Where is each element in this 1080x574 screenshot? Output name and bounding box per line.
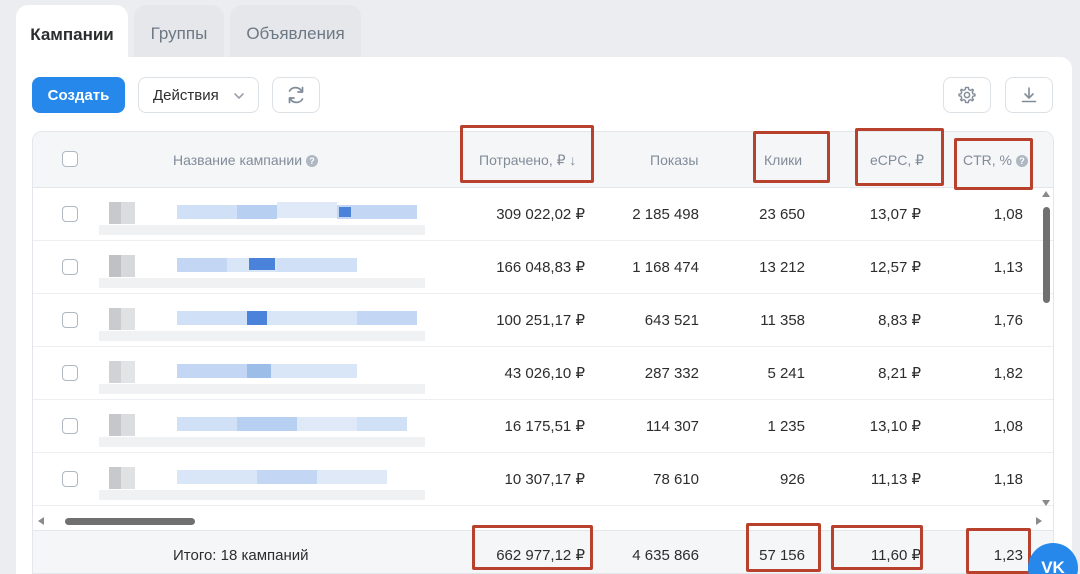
column-name-label: Название кампании: [173, 152, 303, 168]
download-button[interactable]: [1005, 77, 1053, 113]
column-name-header[interactable]: Название кампании?: [173, 132, 319, 188]
impressions-cell: 2 185 498: [632, 206, 699, 223]
table-header: Название кампании? Потрачено, ₽ ↓ Показы…: [33, 132, 1053, 188]
vk-logo-icon: VK: [1041, 558, 1065, 574]
column-clicks-header[interactable]: Клики: [764, 132, 802, 188]
ctr-cell: 1,82: [993, 365, 1023, 382]
total-impressions: 4 635 866: [632, 547, 699, 564]
refresh-button[interactable]: [272, 77, 320, 113]
horizontal-scrollbar[interactable]: [38, 516, 1043, 526]
column-ctr-label: CTR, %: [963, 152, 1012, 168]
impressions-cell: 114 307: [645, 418, 699, 435]
row-checkbox[interactable]: [62, 365, 78, 381]
settings-button[interactable]: [943, 77, 991, 113]
clicks-cell: 11 358: [760, 312, 805, 329]
help-icon[interactable]: ?: [1016, 155, 1028, 168]
table-row[interactable]: 100 251,17 ₽ 643 521 11 358 8,83 ₽ 1,76: [33, 294, 1053, 347]
download-icon: [1021, 87, 1037, 103]
row-checkbox[interactable]: [62, 206, 78, 222]
campaign-name-blurred[interactable]: [99, 246, 425, 292]
ecpc-cell: 12,57 ₽: [869, 259, 921, 276]
clicks-cell: 926: [779, 471, 805, 488]
spent-cell: 43 026,10 ₽: [504, 365, 585, 382]
column-ecpc-header[interactable]: eCPC, ₽: [870, 132, 924, 188]
clicks-cell: 1 235: [767, 418, 805, 435]
scroll-down-arrow-icon[interactable]: [1041, 499, 1051, 507]
total-ecpc: 11,60 ₽: [870, 547, 921, 564]
column-spent-header[interactable]: Потрачено, ₽ ↓: [479, 132, 576, 188]
tab-campaigns[interactable]: Кампании: [16, 5, 128, 65]
ecpc-cell: 11,13 ₽: [870, 471, 921, 488]
table-total-row: Итого: 18 кампаний 662 977,12 ₽ 4 635 86…: [33, 530, 1053, 573]
scroll-left-arrow-icon[interactable]: [37, 516, 45, 526]
ecpc-cell: 13,07 ₽: [869, 206, 921, 223]
row-checkbox[interactable]: [62, 312, 78, 328]
vertical-scrollbar[interactable]: [1043, 207, 1050, 303]
ctr-cell: 1,18: [993, 471, 1023, 488]
refresh-icon: [288, 86, 304, 104]
campaign-name-blurred[interactable]: [99, 405, 425, 451]
ecpc-cell: 13,10 ₽: [869, 418, 921, 435]
ctr-cell: 1,76: [993, 312, 1023, 329]
total-spent: 662 977,12 ₽: [496, 547, 585, 564]
help-icon[interactable]: ?: [306, 155, 319, 168]
clicks-cell: 23 650: [759, 206, 805, 223]
table-row[interactable]: 43 026,10 ₽ 287 332 5 241 8,21 ₽ 1,82: [33, 347, 1053, 400]
spent-cell: 100 251,17 ₽: [496, 312, 585, 329]
campaigns-table: Название кампании? Потрачено, ₽ ↓ Показы…: [32, 131, 1054, 574]
scroll-up-arrow-icon[interactable]: [1041, 190, 1051, 198]
ctr-cell: 1,13: [993, 259, 1023, 276]
clicks-cell: 13 212: [759, 259, 805, 276]
table-row[interactable]: 166 048,83 ₽ 1 168 474 13 212 12,57 ₽ 1,…: [33, 241, 1053, 294]
impressions-cell: 78 610: [653, 471, 699, 488]
row-checkbox[interactable]: [62, 418, 78, 434]
table-row[interactable]: 309 022,02 ₽ 2 185 498 23 650 13,07 ₽ 1,…: [33, 188, 1053, 241]
tab-groups[interactable]: Группы: [134, 5, 224, 63]
table-row[interactable]: 10 307,17 ₽ 78 610 926 11,13 ₽ 1,18: [33, 453, 1053, 506]
row-checkbox[interactable]: [62, 471, 78, 487]
ecpc-cell: 8,21 ₽: [878, 365, 921, 382]
chevron-down-icon: [234, 93, 244, 99]
campaign-name-blurred[interactable]: [99, 352, 425, 398]
campaign-name-blurred[interactable]: [99, 299, 425, 345]
row-checkbox[interactable]: [62, 259, 78, 275]
impressions-cell: 1 168 474: [632, 259, 699, 276]
create-button[interactable]: Создать: [32, 77, 125, 113]
spent-cell: 10 307,17 ₽: [504, 471, 585, 488]
ctr-cell: 1,08: [993, 206, 1023, 223]
campaign-name-blurred[interactable]: [99, 458, 425, 504]
horizontal-scroll-thumb[interactable]: [65, 518, 195, 525]
spent-cell: 309 022,02 ₽: [496, 206, 585, 223]
total-clicks: 57 156: [759, 547, 805, 564]
spent-cell: 166 048,83 ₽: [496, 259, 585, 276]
table-row[interactable]: 16 175,51 ₽ 114 307 1 235 13,10 ₽ 1,08: [33, 400, 1053, 453]
total-ctr: 1,23: [993, 547, 1023, 564]
total-label: Итого: 18 кампаний: [173, 547, 309, 564]
actions-dropdown[interactable]: Действия: [138, 77, 259, 113]
select-all-checkbox[interactable]: [62, 151, 78, 167]
tab-ads[interactable]: Объявления: [230, 5, 361, 63]
column-ctr-header[interactable]: CTR, %?: [963, 132, 1028, 188]
gear-icon: [958, 86, 976, 104]
impressions-cell: 287 332: [644, 365, 699, 382]
column-impressions-header[interactable]: Показы: [650, 132, 698, 188]
spent-cell: 16 175,51 ₽: [504, 418, 585, 435]
ctr-cell: 1,08: [993, 418, 1023, 435]
ecpc-cell: 8,83 ₽: [878, 312, 921, 329]
actions-label: Действия: [153, 86, 219, 104]
impressions-cell: 643 521: [644, 312, 699, 329]
clicks-cell: 5 241: [767, 365, 805, 382]
campaign-name-blurred[interactable]: [99, 193, 425, 239]
scroll-right-arrow-icon[interactable]: [1035, 516, 1043, 526]
